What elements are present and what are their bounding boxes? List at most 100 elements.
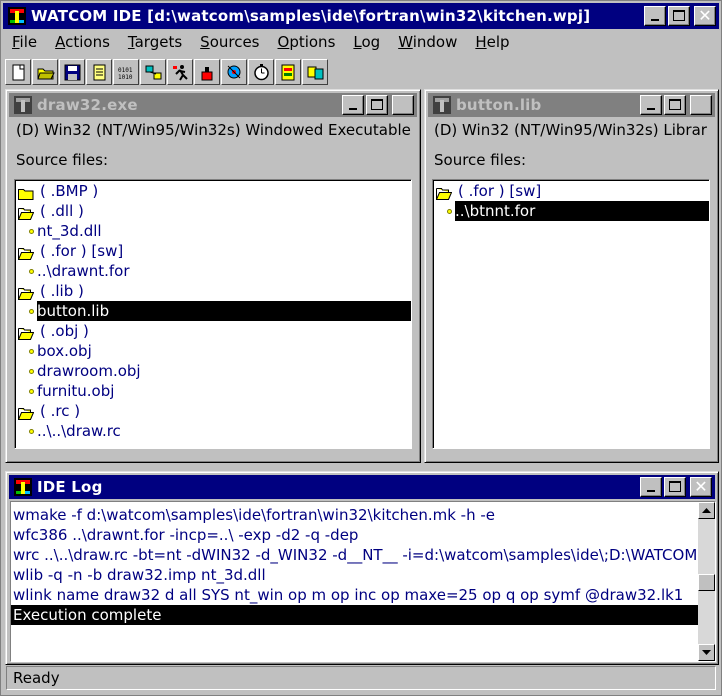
source-folder-item[interactable]: ( .rc ) xyxy=(15,401,411,421)
item-label: drawroom.obj xyxy=(37,362,141,380)
ide-main-window: WATCOM IDE [d:\watcom\samples\ide\fortra… xyxy=(0,0,722,696)
minimize-icon xyxy=(647,490,655,492)
minimize-button[interactable] xyxy=(640,95,662,115)
browse-icon xyxy=(145,65,161,79)
toolbar: 0101 1010 xyxy=(5,57,328,87)
menu-window[interactable]: Window xyxy=(388,33,465,51)
maximize-button[interactable] xyxy=(664,477,686,497)
log-line[interactable]: Execution complete xyxy=(11,605,699,625)
menu-label: ctions xyxy=(65,33,110,51)
browse-button[interactable] xyxy=(140,59,166,85)
scroll-up-button[interactable] xyxy=(698,502,715,519)
profile-timer-icon xyxy=(253,63,269,80)
watcom-logo-icon[interactable] xyxy=(7,6,27,26)
minimize-button[interactable] xyxy=(640,477,662,497)
menu-help[interactable]: Help xyxy=(465,33,517,51)
target-title-bar[interactable]: button.lib ✕ xyxy=(428,93,715,117)
source-file-item[interactable]: button.lib xyxy=(15,301,411,321)
menu-actions[interactable]: Actions xyxy=(45,33,118,51)
open-project-icon xyxy=(36,68,55,79)
source-file-item[interactable]: furnitu.obj xyxy=(15,381,411,401)
close-button[interactable]: ✕ xyxy=(690,477,712,497)
maximize-button[interactable] xyxy=(664,95,686,115)
arrow-up-icon xyxy=(702,507,711,513)
target-window-button[interactable]: button.lib ✕ (D) Win32 (NT/Win95/Win32s)… xyxy=(424,89,719,463)
menu-label: ources xyxy=(209,33,260,51)
source-file-item[interactable]: drawroom.obj xyxy=(15,361,411,381)
item-label: ( .BMP ) xyxy=(40,182,99,200)
close-button[interactable]: ✕ xyxy=(694,6,716,26)
log-output[interactable]: wmake -f d:\watcom\samples\ide\fortran\w… xyxy=(10,501,716,662)
menu-sources[interactable]: Sources xyxy=(190,33,267,51)
target-window-icon[interactable] xyxy=(432,95,452,115)
menu-log[interactable]: Log xyxy=(343,33,388,51)
source-files-list[interactable]: ( .BMP ) ( .dll ) nt_3d.dll ( .for ) [sw]..… xyxy=(14,179,412,449)
resource-editor-button[interactable] xyxy=(275,59,301,85)
menu-label: indow xyxy=(412,33,458,51)
source-folder-item[interactable]: ( .BMP ) xyxy=(15,181,411,201)
open-project-button[interactable] xyxy=(32,59,58,85)
dll-button[interactable] xyxy=(302,59,328,85)
maximize-button[interactable] xyxy=(366,95,388,115)
minimize-icon xyxy=(651,19,659,21)
log-title: IDE Log xyxy=(37,478,103,496)
source-folder-item[interactable]: ( .lib ) xyxy=(15,281,411,301)
make-target-icon: 01011010 xyxy=(118,67,133,81)
minimize-button[interactable] xyxy=(644,6,666,26)
profile-timer-button[interactable] xyxy=(248,59,274,85)
source-folder-item[interactable]: ( .obj ) xyxy=(15,321,411,341)
make-target-button[interactable]: 0101 1010 xyxy=(113,59,139,85)
close-button[interactable]: ✕ xyxy=(690,95,712,115)
sample-button[interactable] xyxy=(221,59,247,85)
target-description: (D) Win32 (NT/Win95/Win32s) Windowed Exe… xyxy=(16,121,411,139)
log-title-bar[interactable]: IDE Log ✕ xyxy=(9,475,715,499)
ide-log-window[interactable]: IDE Log ✕ wmake -f d:\watcom\samples\ide… xyxy=(5,471,719,665)
source-file-item[interactable]: nt_3d.dll xyxy=(15,221,411,241)
source-file-item[interactable]: box.obj xyxy=(15,341,411,361)
target-window-icon[interactable] xyxy=(13,95,33,115)
resource-editor-icon xyxy=(281,64,294,80)
close-icon: ✕ xyxy=(694,477,708,496)
source-file-item[interactable]: ..\btnnt.for xyxy=(433,201,709,221)
notes-button[interactable] xyxy=(86,59,112,85)
maximize-button[interactable] xyxy=(668,6,690,26)
run-button[interactable] xyxy=(167,59,193,85)
minimize-icon xyxy=(349,108,357,110)
menu-targets[interactable]: Targets xyxy=(118,33,190,51)
folder-open-icon xyxy=(18,285,35,300)
file-bullet-icon xyxy=(29,388,34,394)
scroll-thumb[interactable] xyxy=(698,574,715,591)
log-vertical-scrollbar[interactable] xyxy=(698,502,715,661)
log-line[interactable]: wfc386 ..\drawnt.for -incp=..\ -exp -d2 … xyxy=(11,525,699,545)
item-label: ( .for ) [sw] xyxy=(40,242,124,260)
debug-button[interactable] xyxy=(194,59,220,85)
watcom-logo-icon[interactable] xyxy=(13,477,33,497)
menu-options[interactable]: Options xyxy=(268,33,344,51)
main-title-bar[interactable]: WATCOM IDE [d:\watcom\samples\ide\fortra… xyxy=(3,3,719,29)
scroll-down-button[interactable] xyxy=(698,644,715,661)
menu-file[interactable]: File xyxy=(2,33,45,51)
log-line[interactable]: wrc ..\..\draw.rc -bt=nt -dWIN32 -d_WIN3… xyxy=(11,545,699,565)
source-file-item[interactable]: ..\..\draw.rc xyxy=(15,421,411,441)
log-line[interactable]: wlib -q -n -b draw32.imp nt_3d.dll xyxy=(11,565,699,585)
source-file-item[interactable]: ..\drawnt.for xyxy=(15,261,411,281)
new-project-button[interactable] xyxy=(5,59,31,85)
file-bullet-icon xyxy=(29,348,34,354)
source-folder-item[interactable]: ( .for ) [sw] xyxy=(15,241,411,261)
item-label: ..\btnnt.for xyxy=(455,201,709,221)
target-window-draw32[interactable]: draw32.exe ✕ (D) Win32 (NT/Win95/Win32s)… xyxy=(5,89,421,463)
source-folder-item[interactable]: ( .for ) [sw] xyxy=(433,181,709,201)
menu-accelerator: O xyxy=(277,33,290,51)
close-button[interactable]: ✕ xyxy=(392,95,414,115)
log-line[interactable]: wmake -f d:\watcom\samples\ide\fortran\w… xyxy=(11,505,699,525)
source-folder-item[interactable]: ( .dll ) xyxy=(15,201,411,221)
folder-open-icon xyxy=(436,185,453,200)
target-title-bar[interactable]: draw32.exe ✕ xyxy=(9,93,417,117)
minimize-button[interactable] xyxy=(342,95,364,115)
source-files-list[interactable]: ( .for ) [sw] ..\btnnt.for xyxy=(432,179,710,449)
save-project-button[interactable] xyxy=(59,59,85,85)
log-line[interactable]: wlink name draw32 d all SYS nt_win op m … xyxy=(11,585,699,605)
file-bullet-icon xyxy=(29,268,34,274)
maximize-icon xyxy=(673,10,685,21)
item-label: furnitu.obj xyxy=(37,382,115,400)
